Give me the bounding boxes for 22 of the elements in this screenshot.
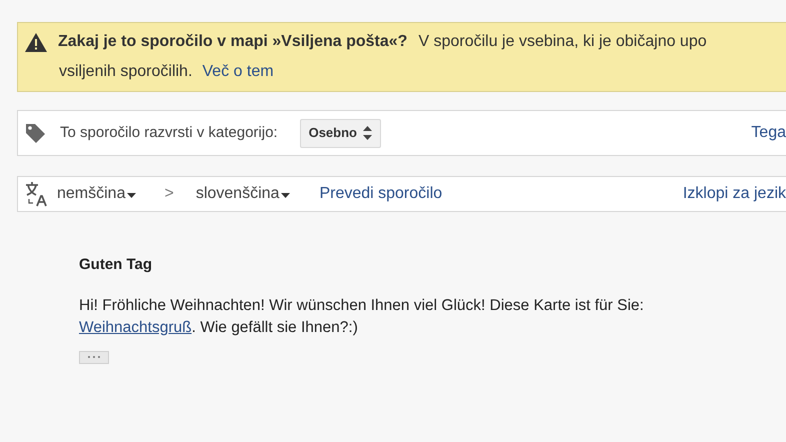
learn-more-link[interactable]: Več o tem — [202, 60, 274, 84]
greeting-card-link[interactable]: Weihnachtsgruß — [79, 318, 192, 336]
banner-text: V sporočilu je vsebina, ki je običajno upo — [418, 32, 707, 52]
caret-icon — [281, 192, 290, 198]
translate-icon — [24, 181, 48, 207]
sort-arrows-icon — [363, 126, 372, 140]
warning-icon — [25, 32, 47, 52]
turn-off-language-link[interactable]: Izklopi za jezik — [682, 182, 786, 206]
category-link[interactable]: Tega — [751, 121, 786, 145]
target-language-dropdown[interactable]: slovenščina — [196, 182, 290, 206]
message-body: Hi! Fröhliche Weihnachten! Wir wünschen Ihnen viel Glück! Diese Karte ist für Sie: Weihnachtsgruß. Wie gefällt sie Ihnen?:) — [79, 296, 645, 338]
banner-text: vsiljenih sporočilih. — [59, 62, 192, 82]
category-label: To sporočilo razvrsti v kategorijo: — [60, 122, 278, 143]
banner-title: Zakaj je to sporočilo v mapi »Vsiljena pošta«? — [58, 32, 408, 52]
category-select[interactable]: Osebno — [300, 118, 381, 148]
source-language-dropdown[interactable]: nemščina — [57, 182, 136, 206]
translate-message-link[interactable]: Prevedi sporočilo — [319, 182, 442, 206]
show-trimmed-content-button[interactable] — [79, 350, 109, 364]
arrow-separator: > — [164, 184, 174, 204]
greeting: Guten Tag — [79, 255, 154, 275]
tag-icon — [25, 122, 46, 144]
caret-icon — [127, 192, 136, 198]
